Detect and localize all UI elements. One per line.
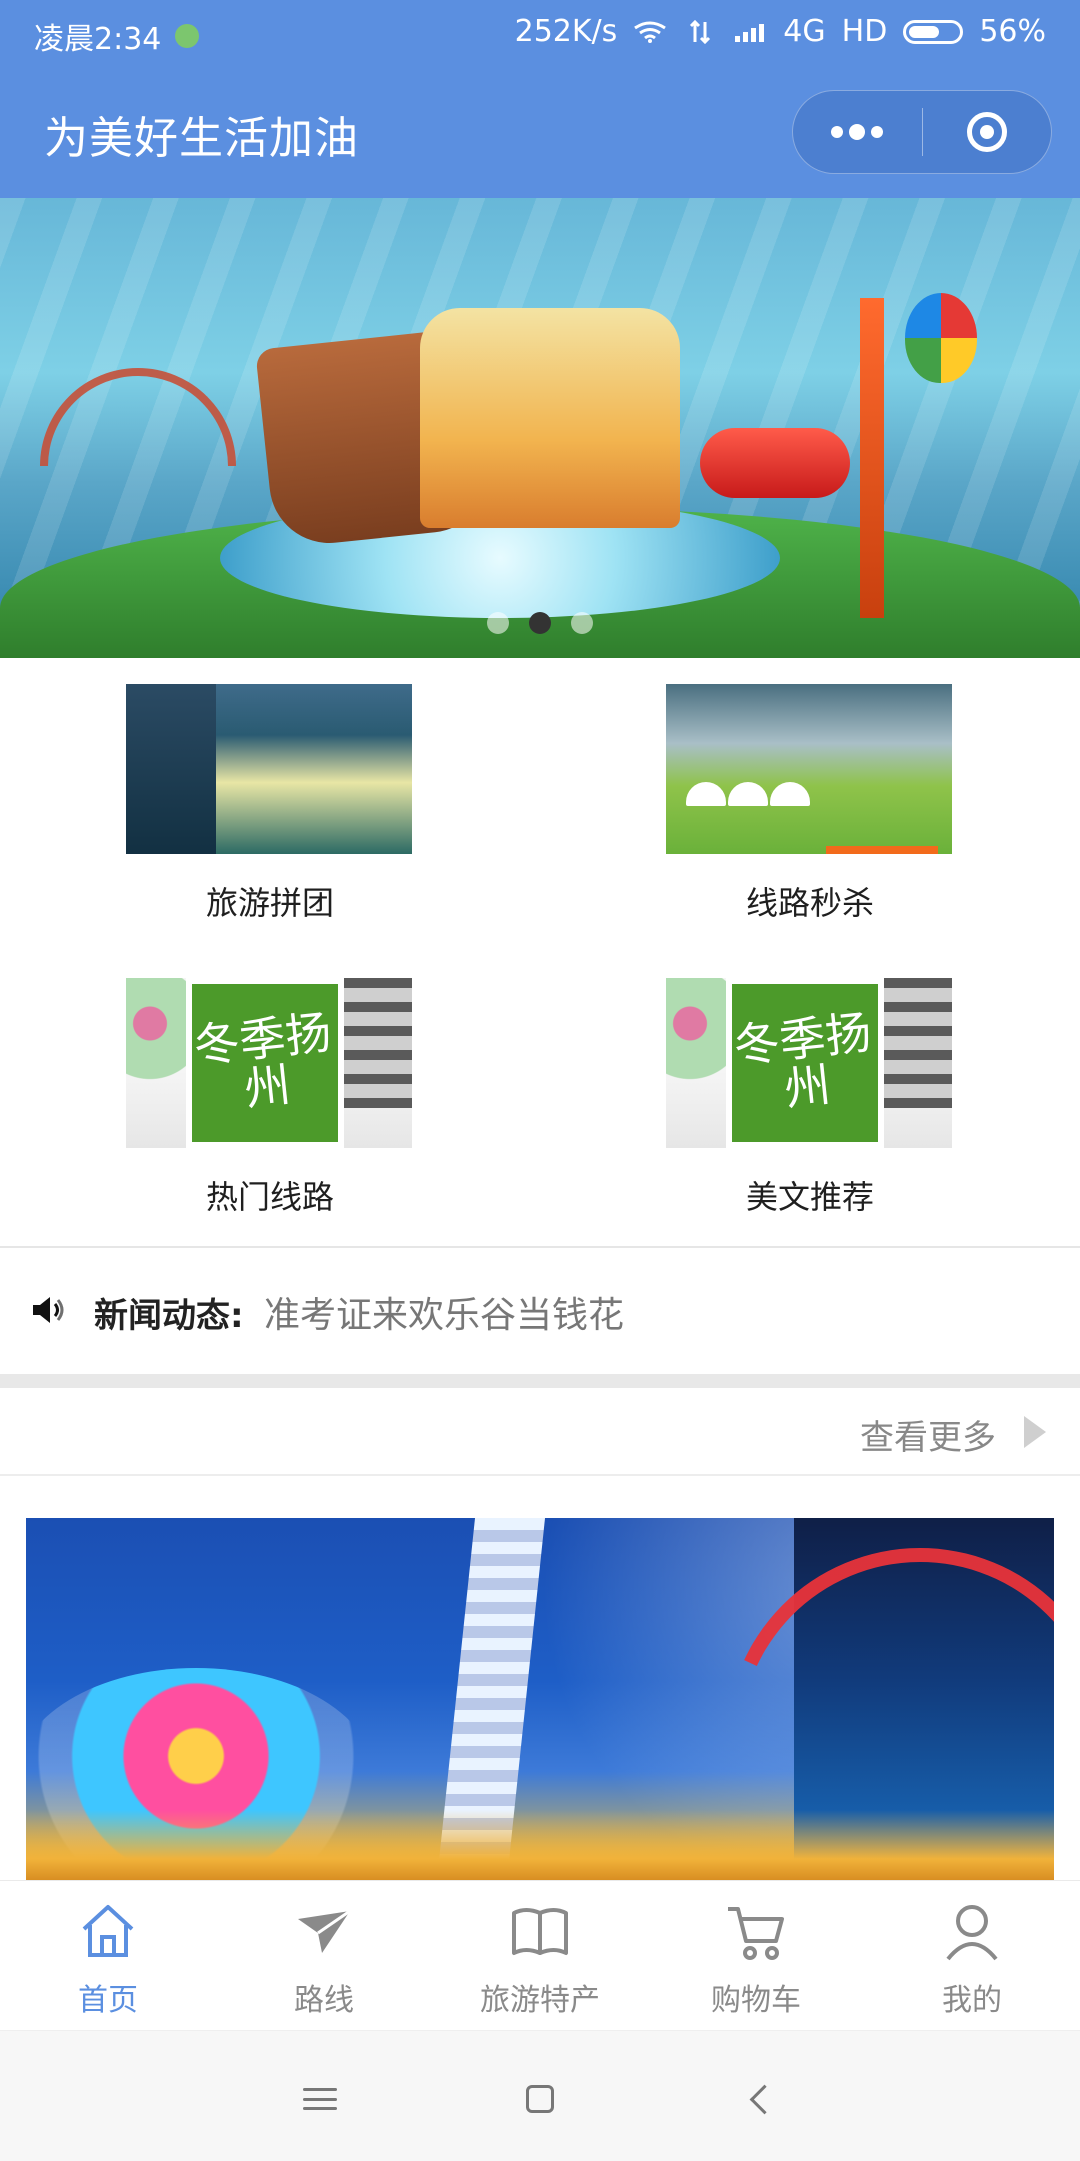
hero-carousel[interactable] — [0, 198, 1080, 658]
hot-air-balloon-illustration — [905, 293, 977, 383]
status-time: 凌晨2:34 — [34, 22, 162, 57]
battery-fill — [909, 25, 940, 38]
wifi-icon — [634, 21, 667, 43]
status-bar: 凌晨2:34 252K/s 4G HD 56% — [0, 0, 1080, 66]
grid-item-hot-routes[interactable]: 冬季扬州 热门线路 — [0, 952, 540, 1246]
back-chevron — [749, 2084, 779, 2114]
tab-label: 购物车 — [711, 1983, 801, 2018]
chevron-right-icon — [1024, 1416, 1046, 1448]
menu-icon[interactable] — [290, 2069, 350, 2129]
water-town-thumbnail — [126, 684, 412, 854]
signal-icon — [735, 23, 765, 42]
menu-line — [303, 2088, 337, 2091]
more-dots-icon — [831, 126, 844, 138]
ground-lights — [26, 1810, 1054, 1880]
app-badge-icon — [175, 24, 200, 48]
tab-label: 首页 — [78, 1983, 138, 2018]
cart-icon — [728, 1907, 784, 1960]
menu-line — [303, 2097, 337, 2101]
yurt-shape — [770, 782, 810, 806]
menu-lines — [303, 2088, 337, 2110]
home-icon — [82, 1905, 134, 1957]
status-left: 凌晨2:34 — [34, 14, 200, 58]
tab-label: 路线 — [294, 1983, 354, 2018]
tab-routes[interactable]: 路线 — [216, 1881, 432, 2031]
yurt-shape — [728, 782, 768, 806]
record-icon — [966, 112, 1007, 152]
winter-yangzhou-thumbnail: 冬季扬州 — [126, 978, 412, 1148]
carousel-dot[interactable] — [571, 612, 593, 634]
book-icon — [512, 1908, 568, 1955]
bottom-tab-bar: 首页 路线 旅游特产 购物车 我的 — [0, 1880, 1080, 2031]
status-right: 252K/s 4G HD 56% — [515, 14, 1046, 49]
battery-percent: 56% — [979, 14, 1046, 49]
pagoda-illustration — [342, 978, 412, 1108]
yurt-thumbnail — [666, 684, 952, 854]
paper-plane-icon — [298, 1909, 351, 1953]
pagoda-illustration — [882, 978, 952, 1108]
car-ride-illustration — [700, 428, 850, 498]
more-dots-button[interactable] — [793, 90, 922, 174]
season-card: 冬季扬州 — [726, 978, 884, 1148]
news-label: 新闻动态: — [94, 1296, 244, 1336]
carousel-dot-active[interactable] — [529, 612, 551, 634]
network-type: 4G — [783, 14, 826, 49]
tab-profile[interactable]: 我的 — [864, 1881, 1080, 2031]
season-text: 冬季扬州 — [191, 1004, 334, 1117]
news-ticker[interactable]: 新闻动态: 准考证来欢乐谷当钱花 — [0, 1248, 1080, 1374]
tab-specialties[interactable]: 旅游特产 — [432, 1881, 648, 2031]
more-dots-icon — [849, 124, 866, 140]
blossom-tree-illustration — [666, 978, 726, 1108]
grid-item-group-tour[interactable]: 旅游拼团 — [0, 658, 540, 952]
home-square-icon[interactable] — [510, 2069, 570, 2129]
winter-yangzhou-thumbnail: 冬季扬州 — [666, 978, 952, 1148]
drop-tower-illustration — [860, 298, 884, 618]
mini-program-capsule — [792, 90, 1052, 174]
section-gap — [0, 1374, 1080, 1388]
close-mini-program-button[interactable] — [922, 90, 1051, 174]
tab-home[interactable]: 首页 — [0, 1881, 216, 2031]
user-icon — [946, 1905, 998, 1961]
castle-illustration — [420, 308, 680, 528]
tab-label: 我的 — [942, 1983, 1002, 2018]
blossom-tree-illustration — [126, 978, 186, 1108]
tab-label: 旅游特产 — [480, 1983, 600, 2018]
carousel-dot[interactable] — [487, 612, 509, 634]
news-headline[interactable]: 准考证来欢乐谷当钱花 — [264, 1286, 624, 1338]
page-title: 为美好生活加油 — [44, 113, 359, 164]
grid-item-label: 热门线路 — [205, 1178, 334, 1216]
record-dot — [979, 125, 994, 139]
yurt-shape — [686, 782, 726, 806]
menu-line — [303, 2107, 337, 2110]
accent-bar — [826, 846, 938, 854]
see-more-label: 查看更多 — [860, 1418, 996, 1458]
grid-item-label: 旅游拼团 — [205, 884, 334, 922]
speaker-icon — [33, 1297, 64, 1323]
battery-icon — [903, 19, 964, 44]
system-navigation-bar — [0, 2030, 1080, 2161]
back-icon[interactable] — [734, 2069, 794, 2129]
featured-park-image[interactable] — [26, 1518, 1054, 1880]
network-speed: 252K/s — [514, 14, 618, 49]
home-square — [526, 2085, 554, 2113]
carousel-indicator — [0, 612, 1080, 634]
see-more-row[interactable]: 查看更多 — [0, 1388, 1080, 1476]
season-card: 冬季扬州 — [186, 978, 344, 1148]
more-dots-icon — [871, 126, 884, 138]
grid-item-flash-sale[interactable]: 线路秒杀 — [540, 658, 1080, 952]
title-bar: 为美好生活加油 — [0, 66, 1080, 198]
data-transfer-icon — [690, 19, 711, 44]
grid-item-label: 线路秒杀 — [745, 884, 874, 922]
grid-item-article-recommend[interactable]: 冬季扬州 美文推荐 — [540, 952, 1080, 1246]
season-text: 冬季扬州 — [731, 1004, 874, 1117]
tab-cart[interactable]: 购物车 — [648, 1881, 864, 2031]
hd-label: HD — [841, 14, 888, 49]
grid-item-label: 美文推荐 — [745, 1178, 874, 1216]
category-grid: 旅游拼团 线路秒杀 冬季扬州 热门线路 冬季扬州 美文推荐 — [0, 658, 1080, 1246]
